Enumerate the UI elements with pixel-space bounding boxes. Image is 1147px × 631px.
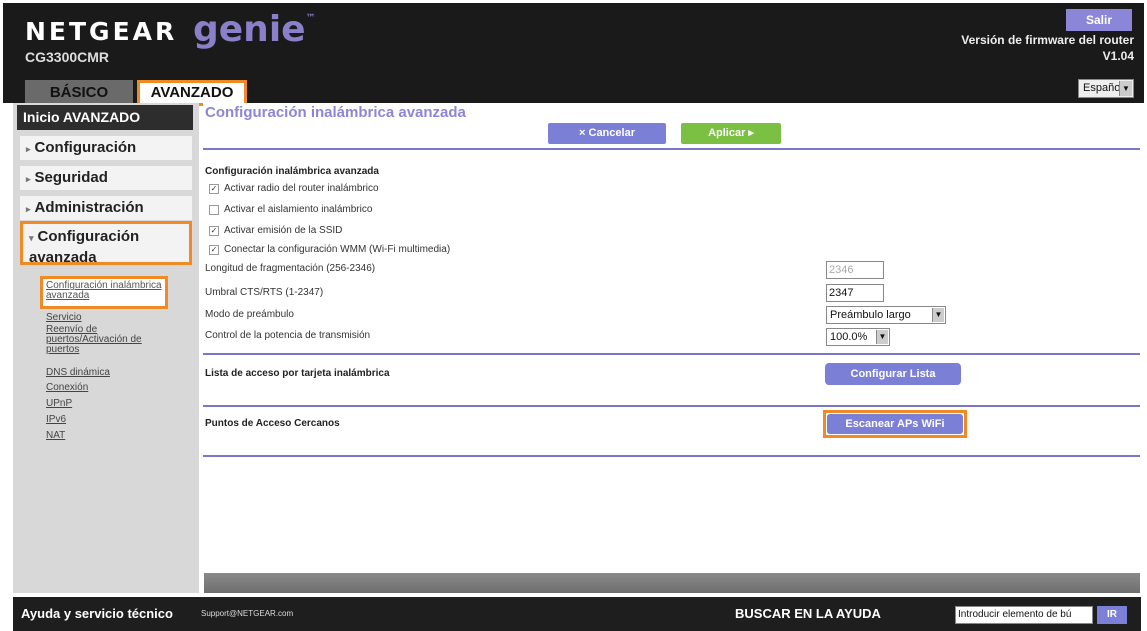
sidebar-item-label: Configuración avanzada	[29, 228, 140, 266]
nearby-ap-label: Puntos de Acceso Cercanos	[205, 418, 340, 429]
sidebar: Inicio AVANZADO ▸ Configuración ▸ Segurida…	[13, 103, 199, 593]
checkbox-label: Conectar la configuración WMM (Wi-Fi mul…	[224, 244, 451, 255]
checkbox-label: Activar emisión de la SSID	[224, 225, 343, 236]
footer: Ayuda y servicio técnico Support@NETGEAR…	[13, 597, 1141, 631]
sidebar-item-label: Administración	[34, 199, 144, 216]
checkbox-wireless-isolation[interactable]	[209, 204, 219, 215]
caret-right-icon: ▸	[26, 204, 31, 214]
preamble-value: Preámbulo largo	[830, 309, 911, 321]
submenu-connection[interactable]: Conexión	[46, 383, 88, 393]
caret-right-icon: ▸	[26, 174, 31, 184]
firmware-version: V1.04	[1102, 49, 1134, 63]
caret-down-icon: ▾	[29, 233, 34, 243]
cts-rts-field[interactable]: 2347	[826, 284, 884, 302]
tx-power-label: Control de la potencia de transmisión	[205, 330, 371, 341]
chevron-down-icon: ▼	[932, 308, 944, 322]
submenu-dynamic-dns[interactable]: DNS dinámica	[46, 368, 110, 378]
sidebar-item-administration[interactable]: ▸ Administración	[20, 196, 192, 220]
sidebar-item-advanced-setup[interactable]: ▾ Configuración avanzada	[20, 221, 192, 266]
submenu-nat[interactable]: NAT	[46, 431, 65, 441]
language-value: Español	[1083, 82, 1123, 94]
checkbox-label: Activar radio del router inalámbrico	[224, 183, 379, 194]
bottom-bar	[204, 573, 1140, 593]
trademark-symbol: ™	[305, 13, 316, 24]
language-select[interactable]: Español ▼	[1078, 79, 1134, 98]
checkbox-row-enable-radio[interactable]: ✓ Activar radio del router inalámbrico	[209, 183, 379, 194]
sidebar-item-setup[interactable]: ▸ Configuración	[20, 136, 192, 160]
search-go-button[interactable]: IR	[1097, 606, 1127, 624]
divider	[203, 455, 1140, 457]
divider	[203, 148, 1140, 150]
configure-list-button[interactable]: Configurar Lista	[825, 363, 961, 385]
checkbox-ssid-broadcast[interactable]: ✓	[209, 225, 219, 236]
apply-label: Aplicar	[708, 127, 746, 139]
checkbox-label: Activar el aislamiento inalámbrico	[224, 204, 373, 215]
scan-wifi-label: Escanear APs WiFi	[827, 414, 963, 434]
tx-power-select[interactable]: 100.0% ▼	[826, 328, 890, 346]
genie-logo: genie™	[193, 9, 316, 50]
search-label: BUSCAR EN LA AYUDA	[735, 606, 881, 621]
tx-power-value: 100.0%	[830, 331, 868, 343]
divider	[203, 405, 1140, 407]
checkbox-row-isolation[interactable]: Activar el aislamiento inalámbrico	[209, 204, 372, 215]
help-search-input[interactable]: Introducir elemento de bú	[955, 606, 1093, 624]
cancel-label: Cancelar	[588, 127, 635, 139]
chevron-down-icon: ▼	[1119, 81, 1132, 96]
arrow-right-icon: ▸	[745, 127, 754, 139]
checkbox-row-wmm[interactable]: ✓ Conectar la configuración WMM (Wi-Fi m…	[209, 244, 450, 255]
scan-wifi-button[interactable]: Escanear APs WiFi	[823, 410, 967, 438]
submenu-advanced-wireless[interactable]: Configuración inalámbrica avanzada	[40, 276, 168, 309]
sidebar-item-security[interactable]: ▸ Seguridad	[20, 166, 192, 190]
netgear-logo: NETGEAR	[25, 17, 178, 46]
router-model: CG3300CMR	[25, 49, 110, 65]
fragmentation-label: Longitud de fragmentación (256-2346)	[205, 263, 376, 274]
cancel-button[interactable]: × Cancelar	[548, 123, 666, 144]
submenu-port-forwarding[interactable]: Reenvío de puertos/Activación de puertos	[46, 325, 171, 355]
logout-button[interactable]: Salir	[1066, 9, 1132, 31]
main-content: Configuración inalámbrica avanzada × Can…	[203, 103, 1141, 593]
sidebar-item-label: Configuración	[34, 139, 137, 156]
submenu-upnp[interactable]: UPnP	[46, 399, 72, 409]
checkbox-enable-radio[interactable]: ✓	[209, 183, 219, 194]
cts-rts-label: Umbral CTS/RTS (1-2347)	[205, 287, 324, 298]
apply-button[interactable]: Aplicar ▸	[681, 123, 781, 144]
top-header: NETGEAR genie™ CG3300CMR Salir Versión d…	[0, 0, 1147, 106]
support-link[interactable]: Support@NETGEAR.com	[201, 609, 293, 618]
chevron-down-icon: ▼	[876, 330, 888, 344]
sidebar-home[interactable]: Inicio AVANZADO	[17, 105, 193, 130]
genie-wordmark: genie	[193, 9, 306, 50]
sidebar-item-label: Seguridad	[34, 169, 108, 186]
divider	[203, 353, 1140, 355]
preamble-select[interactable]: Preámbulo largo ▼	[826, 306, 946, 324]
submenu-service[interactable]: Servicio	[46, 313, 82, 323]
fragmentation-field[interactable]: 2346	[826, 261, 884, 279]
submenu-ipv6[interactable]: IPv6	[46, 415, 66, 425]
checkbox-wmm[interactable]: ✓	[209, 244, 219, 255]
page-title: Configuración inalámbrica avanzada	[205, 104, 466, 121]
close-icon: ×	[579, 127, 589, 139]
help-title: Ayuda y servicio técnico	[21, 606, 173, 621]
firmware-label: Versión de firmware del router	[961, 33, 1134, 47]
caret-right-icon: ▸	[26, 144, 31, 154]
preamble-label: Modo de preámbulo	[205, 309, 294, 320]
checkbox-row-ssid[interactable]: ✓ Activar emisión de la SSID	[209, 225, 342, 236]
section-title: Configuración inalámbrica avanzada	[205, 166, 379, 177]
access-list-label: Lista de acceso por tarjeta inalámbrica	[205, 368, 390, 379]
